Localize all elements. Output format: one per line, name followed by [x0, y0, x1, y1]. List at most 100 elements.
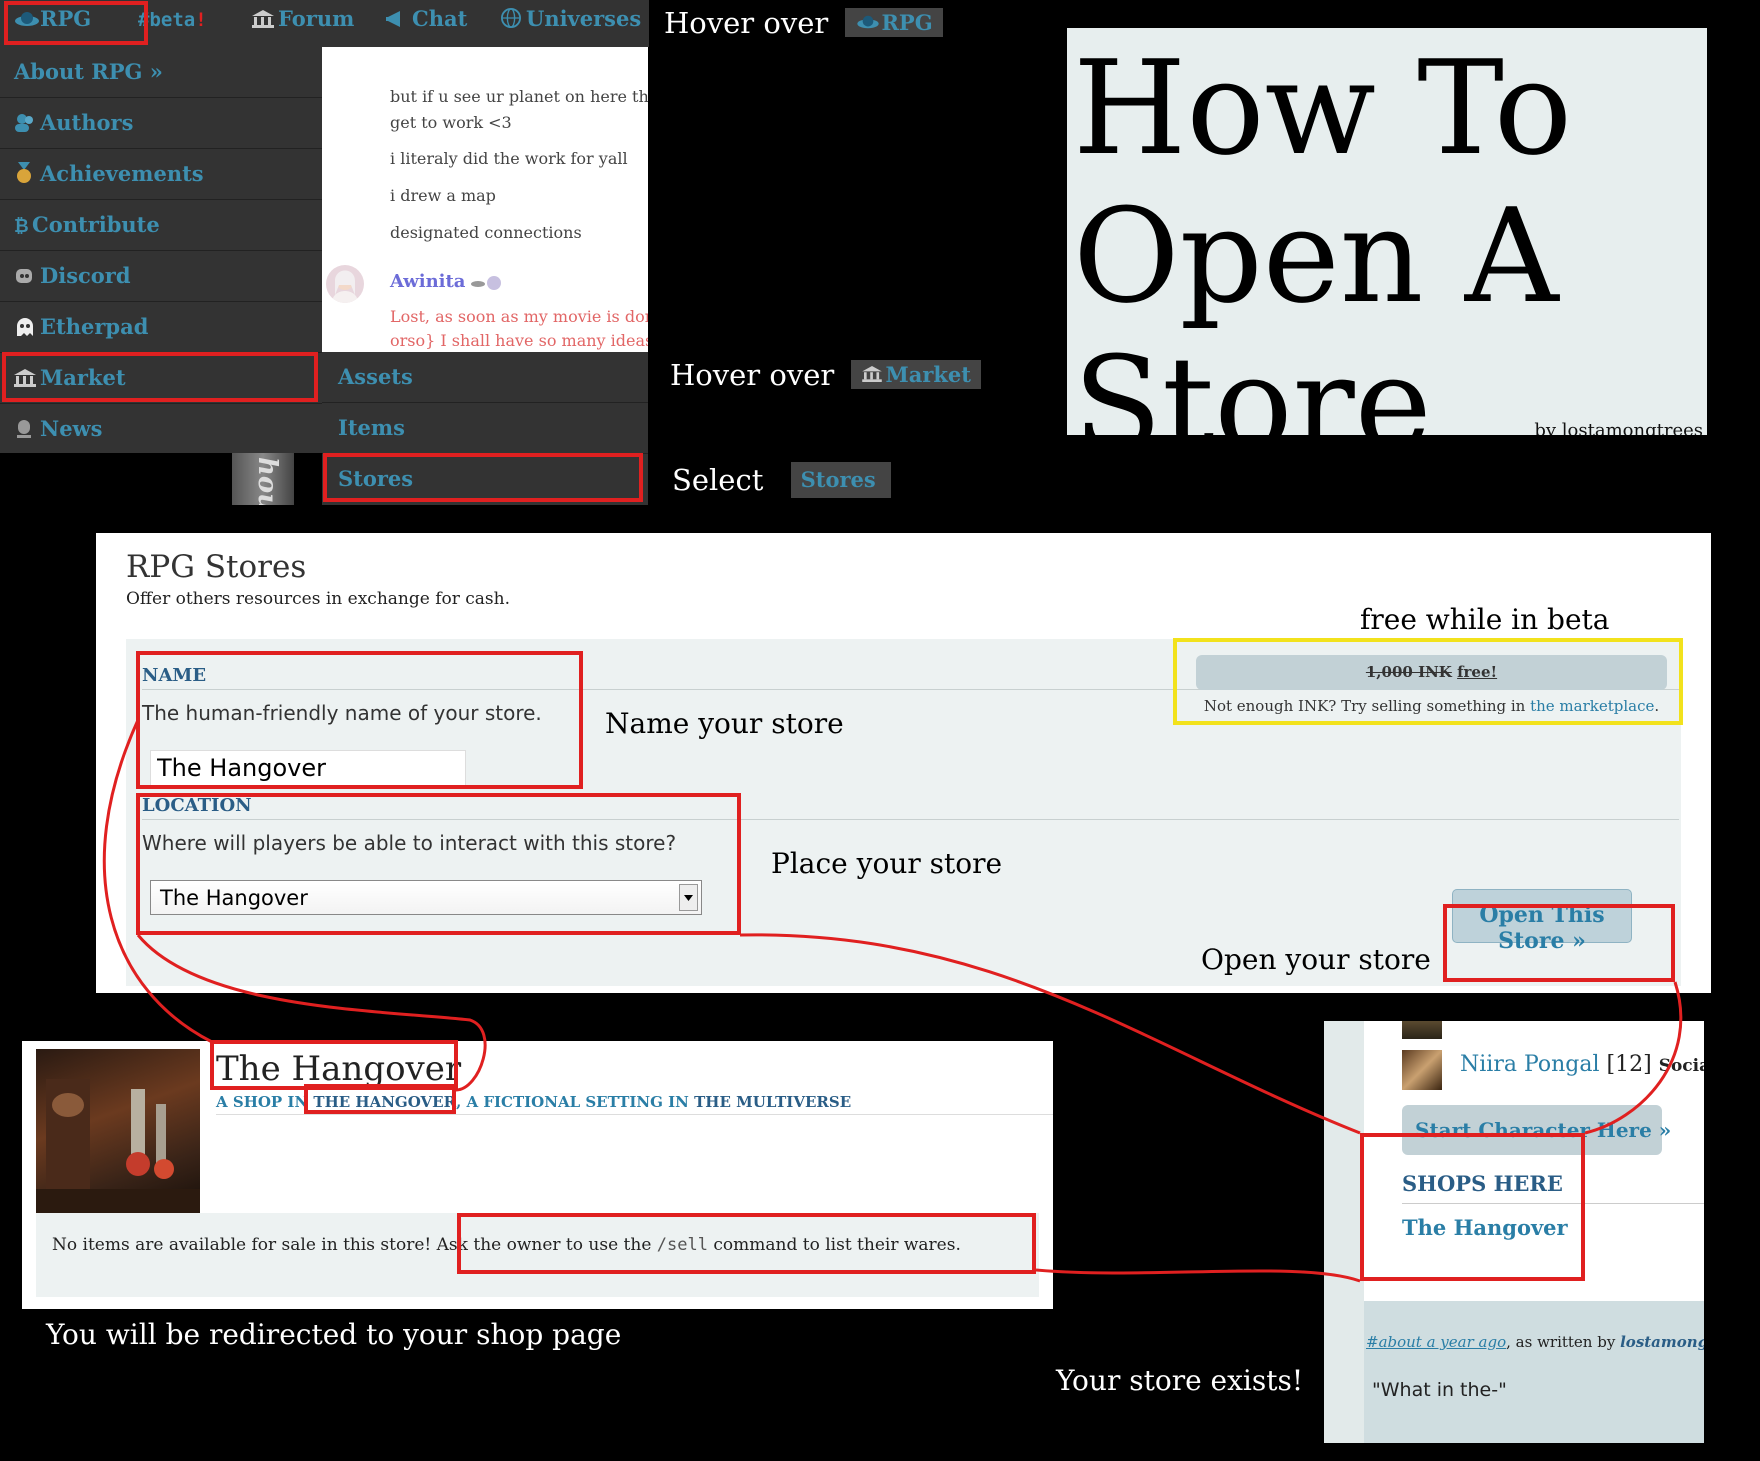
highlight-name-field	[136, 651, 583, 789]
menu-etherpad[interactable]: Etherpad	[0, 302, 322, 353]
chat-author-name[interactable]: Awinita	[390, 271, 465, 292]
market-chip-label: Market	[885, 362, 971, 387]
stores-chip: Stores	[790, 462, 891, 498]
globe-icon	[500, 8, 522, 28]
submenu-assets[interactable]: Assets	[322, 352, 648, 403]
author-badge-icon	[470, 275, 502, 295]
menu-contribute[interactable]: ₿ Contribute	[0, 200, 322, 251]
highlight-shop-place	[304, 1084, 456, 1114]
nav-beta[interactable]: #beta!	[138, 9, 207, 31]
chat-line: i literaly did the work for yall	[390, 149, 628, 168]
stores-heading: RPG Stores	[126, 549, 307, 585]
title-byline: by lostamongtrees	[1534, 420, 1703, 435]
menu-news-label: News	[40, 416, 103, 441]
chat-line: i drew a map	[390, 186, 496, 205]
character-level: [12]	[1606, 1052, 1652, 1077]
rpg-logo-icon	[855, 10, 881, 35]
instruction-text: Hover over	[670, 358, 835, 392]
shop-universe-link[interactable]: THE MULTIVERSE	[694, 1093, 851, 1111]
ghost-icon	[14, 317, 36, 337]
shop-subtitle-prefix: A SHOP IN	[216, 1093, 309, 1111]
nav-chat[interactable]: Chat	[386, 6, 467, 31]
instruction-text: Select	[672, 463, 764, 497]
chat-line: designated connections	[390, 223, 582, 242]
nav-universes-label: Universes	[526, 6, 642, 31]
highlight-stores	[323, 453, 643, 502]
empty-notice-a: No items are available for sale in this …	[52, 1235, 432, 1255]
instruction-select-stores: Select Stores	[672, 462, 891, 498]
avatar	[326, 265, 364, 303]
news-icon	[14, 419, 36, 439]
character-link[interactable]: Niira Pongal	[1460, 1052, 1600, 1077]
chat-line: but if u see ur planet on here th	[390, 87, 648, 106]
menu-about-rpg-label: About RPG »	[14, 59, 163, 84]
peek-text: hou	[252, 457, 282, 505]
instruction-hover-market: Hover over Market	[670, 358, 981, 392]
avatar	[1402, 1050, 1442, 1090]
post-preview: #about a year ago, as written by lostamo…	[1364, 1301, 1704, 1443]
post-written-by: , as written by	[1506, 1333, 1616, 1351]
highlight-sell-hint	[457, 1213, 1036, 1274]
discord-icon	[14, 266, 36, 286]
rpg-chip-label: RPG	[881, 10, 933, 35]
menu-contribute-label: Contribute	[32, 212, 160, 237]
menu-authors[interactable]: Authors	[0, 98, 322, 149]
instruction-hover-rpg: Hover over RPG	[664, 6, 943, 40]
post-author-link[interactable]: lostamong	[1620, 1333, 1704, 1351]
character-tag: Socialit	[1658, 1056, 1704, 1076]
nav-chat-label: Chat	[412, 6, 468, 31]
shop-image	[36, 1049, 200, 1219]
instruction-text: Hover over	[664, 6, 829, 40]
panel-gutter	[1324, 1021, 1364, 1443]
highlight-market	[2, 352, 318, 402]
bank-icon	[861, 362, 885, 387]
divider	[216, 1114, 1053, 1115]
bank-icon	[252, 8, 274, 28]
avatar	[1402, 1021, 1442, 1039]
character-row: Niira Pongal [12] Socialit	[1460, 1052, 1704, 1077]
annotation-store-exists: Your store exists!	[1056, 1364, 1304, 1397]
menu-achievements-label: Achievements	[40, 161, 204, 186]
annotation-open-store: Open your store	[1201, 943, 1431, 976]
highlight-shops-here	[1360, 1133, 1585, 1281]
title-card: How To Open A Store by lostamongtrees	[1067, 28, 1707, 435]
menu-about-rpg[interactable]: About RPG »	[0, 47, 322, 98]
submenu-items[interactable]: Items	[322, 403, 648, 454]
annotation-free-beta: free while in beta	[1360, 603, 1610, 636]
nav-universes[interactable]: Universes	[500, 6, 641, 31]
highlight-price	[1173, 638, 1683, 725]
users-icon	[14, 113, 36, 133]
rpg-chip: RPG	[845, 8, 943, 37]
highlight-rpg	[4, 1, 148, 45]
post-meta: #about a year ago, as written by lostamo…	[1366, 1333, 1704, 1351]
nav-forum[interactable]: Forum	[252, 6, 354, 31]
annotation-redirected: You will be redirected to your shop page	[46, 1318, 622, 1351]
menu-discord[interactable]: Discord	[0, 251, 322, 302]
bitcoin-icon: ₿	[14, 215, 29, 237]
megaphone-icon	[386, 8, 408, 27]
post-quote: "What in the-"	[1372, 1379, 1507, 1401]
annotation-place-store: Place your store	[771, 847, 1003, 880]
highlight-shop-title	[210, 1040, 458, 1090]
chat-preview: but if u see ur planet on here th get to…	[322, 47, 648, 352]
svg-text:₿: ₿	[14, 216, 28, 235]
shop-subtitle-mid: , A FICTIONAL SETTING IN	[456, 1093, 689, 1111]
background-peek: hou	[232, 453, 294, 505]
menu-achievements[interactable]: Achievements	[0, 149, 322, 200]
post-timestamp-link[interactable]: #about a year ago	[1366, 1333, 1506, 1351]
menu-etherpad-label: Etherpad	[40, 314, 149, 339]
menu-authors-label: Authors	[40, 110, 134, 135]
market-chip: Market	[851, 360, 981, 389]
chat-line: get to work <3	[390, 113, 512, 132]
stores-subheading: Offer others resources in exchange for c…	[126, 589, 510, 609]
annotation-name-store: Name your store	[605, 707, 844, 740]
nav-forum-label: Forum	[278, 6, 355, 31]
menu-discord-label: Discord	[40, 263, 131, 288]
beta-alert-mark: !	[195, 9, 207, 31]
menu-news[interactable]: News	[0, 404, 322, 455]
medal-icon	[14, 162, 36, 183]
chat-line: Lost, as soon as my movie is don	[390, 307, 648, 326]
highlight-open-button	[1443, 904, 1675, 982]
highlight-location-field	[136, 793, 741, 935]
chat-line: orso} I shall have so many ideas	[390, 331, 648, 350]
